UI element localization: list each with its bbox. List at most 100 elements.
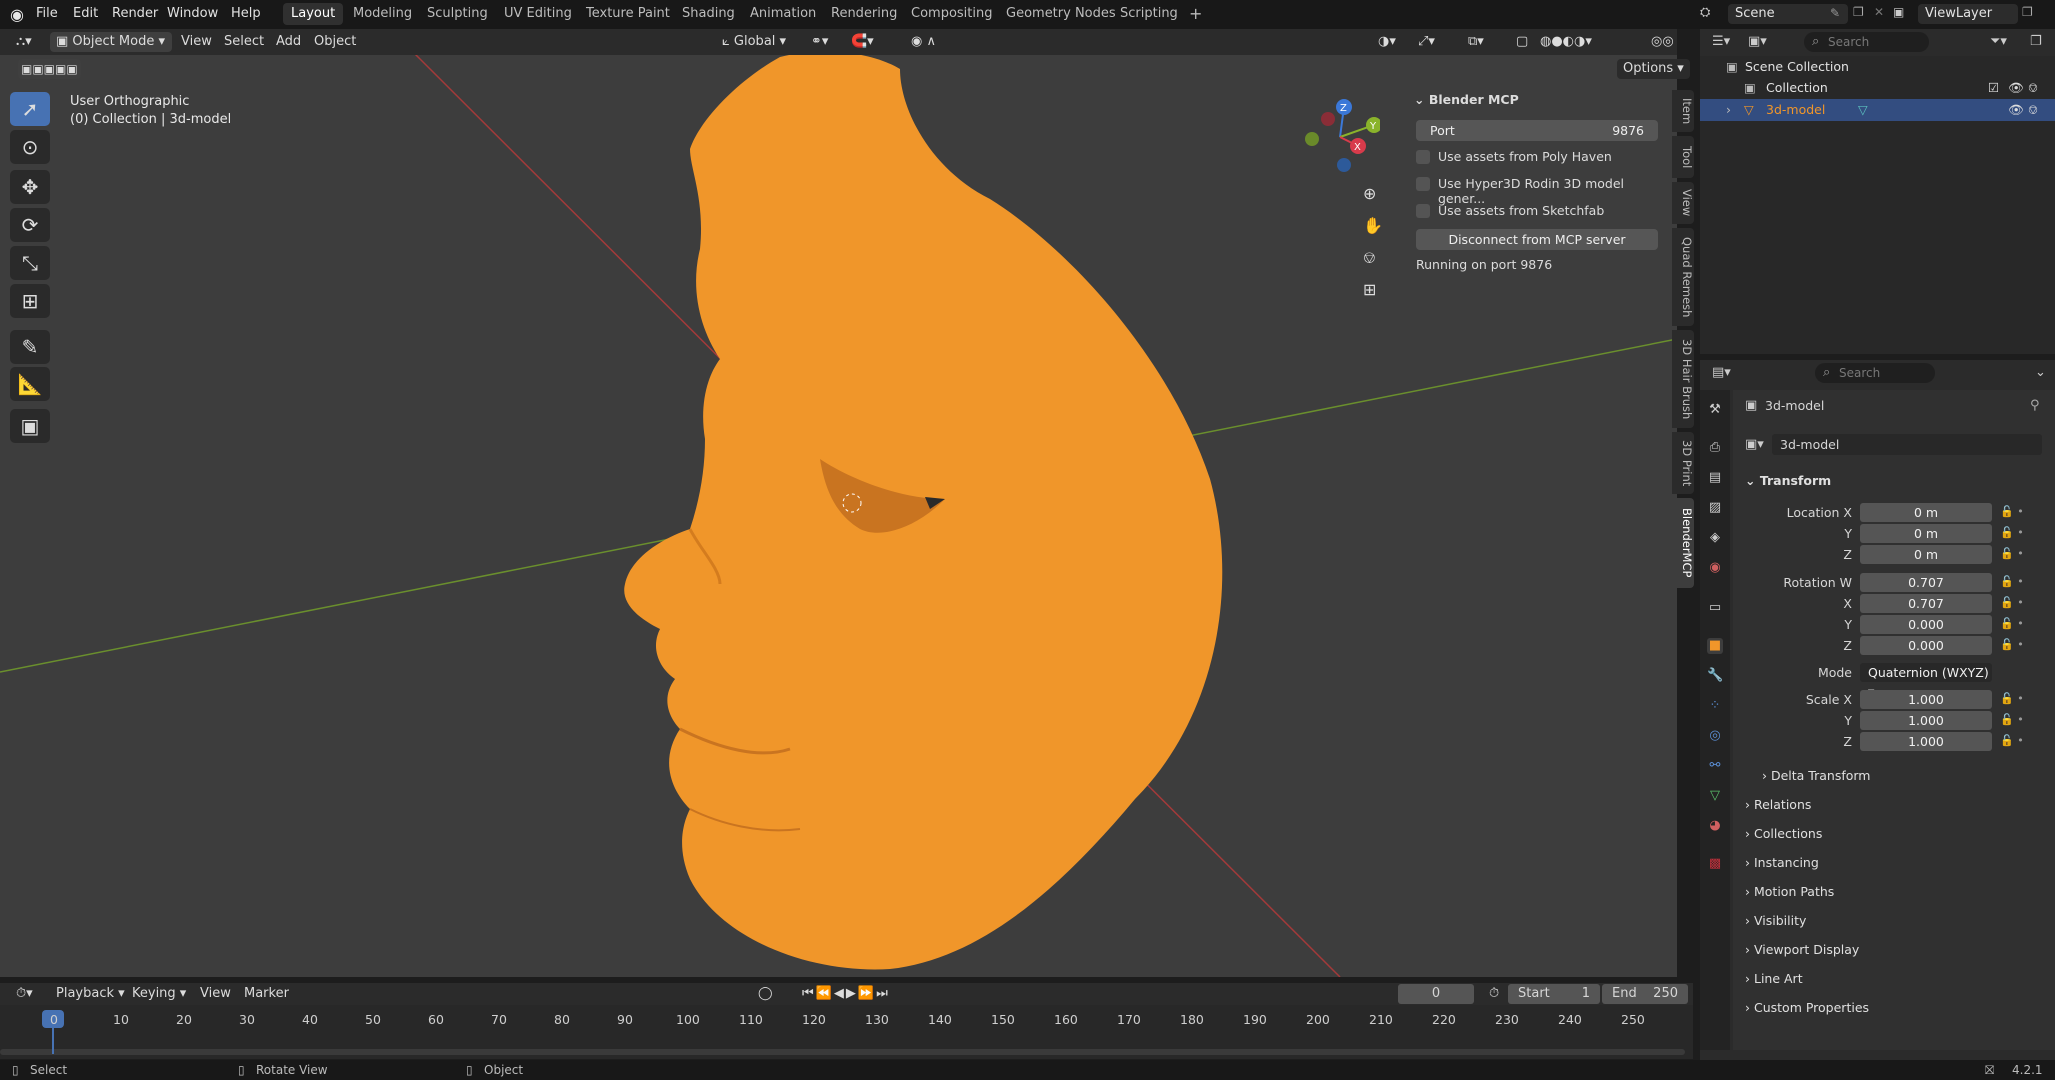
scene-tab-icon[interactable]: ◈ — [1707, 530, 1723, 546]
lock-icon[interactable]: 🔓 • — [2000, 713, 2024, 726]
tool-tab-icon[interactable]: ⚒ — [1707, 402, 1723, 418]
menu-render[interactable]: Render — [112, 6, 158, 21]
tab-scripting[interactable]: Scripting — [1112, 3, 1186, 25]
modifier-tab-icon[interactable]: 🔧 — [1707, 668, 1723, 684]
zoom-icon[interactable]: ⊕ — [1363, 184, 1376, 203]
tab-3d-hair-brush[interactable]: 3D Hair Brush — [1672, 330, 1694, 428]
lock-icon[interactable]: 🔓 • — [2000, 547, 2024, 560]
new-collection-icon[interactable]: ❐ — [2030, 34, 2042, 49]
auto-keying-icon[interactable]: ◯ — [752, 984, 779, 1004]
view-layer-tab-icon[interactable]: ▨ — [1707, 500, 1723, 516]
material-tab-icon[interactable]: ◕ — [1707, 818, 1723, 834]
tab-rendering[interactable]: Rendering — [823, 3, 905, 25]
scene-icon[interactable]: ⛭ — [1700, 5, 1710, 20]
tab-animation[interactable]: Animation — [742, 3, 824, 25]
scene-selector[interactable]: Scene ✎ — [1728, 4, 1848, 24]
timeline-editor-icon[interactable]: ⏱▾ — [10, 984, 39, 1004]
overlay-icon[interactable]: ⧉▾ — [1462, 32, 1490, 52]
render-icon[interactable]: ◎◎ — [1645, 32, 1680, 52]
display-mode-icon[interactable]: ▣▾ — [1748, 34, 1767, 49]
tab-blendermcp[interactable]: BlenderMCP — [1672, 498, 1694, 588]
grid-icon[interactable]: ⊞ — [1363, 280, 1376, 299]
menu-add[interactable]: Add — [270, 32, 307, 52]
annotate-tool[interactable]: ✎ — [10, 330, 50, 364]
scale-tool[interactable]: ⤡ — [10, 246, 50, 280]
data-tab-icon[interactable]: ▽ — [1707, 788, 1723, 804]
hyper3d-checkbox[interactable] — [1416, 177, 1430, 191]
render-tab-icon[interactable]: ⎙ — [1707, 440, 1723, 456]
marker-menu[interactable]: Marker — [238, 984, 295, 1004]
physics-tab-icon[interactable]: ◎ — [1707, 728, 1723, 744]
pin-icon[interactable]: ⚲ — [2030, 398, 2040, 413]
gizmo-icon[interactable]: ⤢▾ — [1412, 32, 1441, 52]
tab-3d-print[interactable]: 3D Print — [1672, 432, 1694, 494]
output-tab-icon[interactable]: ▤ — [1707, 470, 1723, 486]
rotate-tool[interactable]: ⟳ — [10, 208, 50, 242]
expand-chevron-icon[interactable]: › — [1726, 99, 1731, 121]
snap-icon[interactable]: 🧲▾ — [845, 32, 880, 52]
location-x-field[interactable]: 0 m — [1860, 503, 1992, 522]
instancing-section[interactable]: › Instancing — [1745, 855, 1819, 870]
playback-menu[interactable]: Playback ▾ — [50, 984, 131, 1004]
relations-section[interactable]: › Relations — [1745, 797, 1811, 812]
tab-modeling[interactable]: Modeling — [345, 3, 420, 25]
tab-item[interactable]: Item — [1672, 90, 1694, 132]
camera-icon[interactable]: ⎊ — [1363, 248, 1376, 268]
current-frame-field[interactable]: 0 — [1398, 984, 1474, 1004]
outliner-search[interactable]: ⌕ Search — [1804, 32, 1929, 52]
editor-type-icon[interactable]: ⛬▾ — [10, 32, 38, 52]
disconnect-button[interactable]: Disconnect from MCP server — [1416, 229, 1658, 250]
selection-mode-icons[interactable]: ▣▣▣▣▣ — [18, 59, 81, 79]
lock-icon[interactable]: 🔓 • — [2000, 692, 2024, 705]
outliner-editor-icon[interactable]: ☰▾ — [1712, 34, 1730, 49]
orientation-selector[interactable]: ⟀ Global ▾ — [716, 32, 792, 52]
tab-quad-remesh[interactable]: Quad Remesh — [1672, 228, 1694, 326]
menu-file[interactable]: File — [36, 6, 58, 21]
camera-icon[interactable]: ⎊ — [2028, 77, 2038, 99]
keying-menu[interactable]: Keying ▾ — [126, 984, 192, 1004]
visibility-icon[interactable]: ◑▾ — [1372, 32, 1402, 52]
tab-shading[interactable]: Shading — [674, 3, 743, 25]
menu-window[interactable]: Window — [167, 6, 218, 21]
outliner-scene-collection[interactable]: ▣ Scene Collection — [1700, 56, 2055, 78]
blender-logo-icon[interactable]: ◉ — [10, 5, 24, 24]
pin-icon[interactable]: ✎ — [1830, 6, 1840, 20]
viewport-display-section[interactable]: › Viewport Display — [1745, 942, 1859, 957]
new-view-layer-icon[interactable]: ❐ — [2022, 5, 2033, 19]
select-box-tool[interactable]: ➚ — [10, 92, 50, 126]
menu-help[interactable]: Help — [231, 6, 261, 21]
add-workspace-icon[interactable]: + — [1189, 4, 1202, 23]
sketchfab-checkbox[interactable] — [1416, 204, 1430, 218]
rotation-z-field[interactable]: 0.000 — [1860, 636, 1992, 655]
transform-panel-header[interactable]: ⌄ Transform — [1745, 473, 1831, 488]
lock-icon[interactable]: 🔓 • — [2000, 617, 2024, 630]
dropdown-chevron-icon[interactable]: ⌄ — [2035, 365, 2046, 380]
cursor-tool[interactable]: ⊙ — [10, 130, 50, 164]
proportional-edit-icon[interactable]: ◉ ∧ — [905, 32, 942, 52]
scale-z-field[interactable]: 1.000 — [1860, 732, 1992, 751]
poly-haven-checkbox[interactable] — [1416, 150, 1430, 164]
visibility-section[interactable]: › Visibility — [1745, 913, 1806, 928]
rotation-y-field[interactable]: 0.000 — [1860, 615, 1992, 634]
tab-sculpting[interactable]: Sculpting — [419, 3, 496, 25]
tab-layout[interactable]: Layout — [283, 3, 344, 25]
delta-transform-section[interactable]: › Delta Transform — [1762, 768, 1870, 783]
lock-icon[interactable]: 🔓 • — [2000, 575, 2024, 588]
start-frame-field[interactable]: Start 1 — [1508, 984, 1600, 1004]
lock-icon[interactable]: 🔓 • — [2000, 526, 2024, 539]
stopwatch-icon[interactable]: ⏱ — [1483, 984, 1505, 1004]
object-type-icon[interactable]: ▣▾ — [1745, 437, 1764, 452]
datablock-name-field[interactable]: 3d-model — [1772, 434, 2042, 455]
location-z-field[interactable]: 0 m — [1860, 545, 1992, 564]
playback-controls[interactable]: ⏮⏪◀▶⏩⏭ — [796, 984, 896, 1004]
particles-tab-icon[interactable]: ⁘ — [1707, 698, 1723, 714]
location-y-field[interactable]: 0 m — [1860, 524, 1992, 543]
add-cube-tool[interactable]: ▣ — [10, 409, 50, 443]
outliner-collection[interactable]: ▣ Collection ☑ 👁 ⎊ — [1700, 77, 2055, 99]
motion-paths-section[interactable]: › Motion Paths — [1745, 884, 1834, 899]
shading-modes-icon[interactable]: ◍●◐◑▾ — [1534, 32, 1598, 52]
tab-geometry-nodes[interactable]: Geometry Nodes — [998, 3, 1124, 25]
pivot-icon[interactable]: ⚭▾ — [805, 32, 834, 52]
rotation-x-field[interactable]: 0.707 — [1860, 594, 1992, 613]
menu-object[interactable]: Object — [308, 32, 362, 52]
